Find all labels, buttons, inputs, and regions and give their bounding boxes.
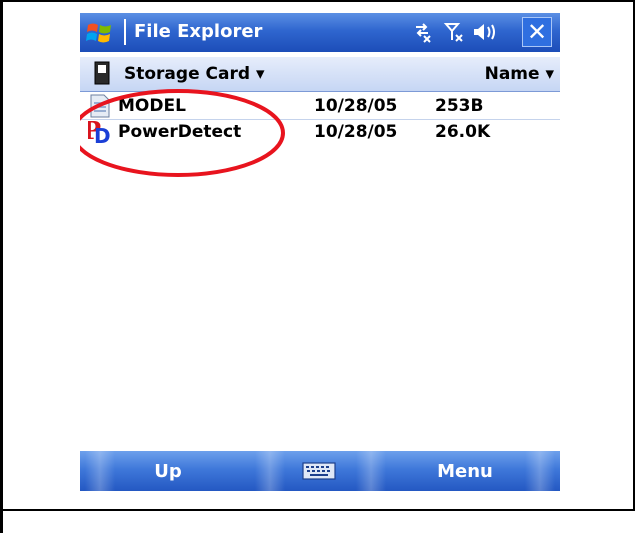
- title-separator: [124, 19, 126, 45]
- storage-card-icon: [94, 61, 110, 85]
- window-title: File Explorer: [134, 21, 263, 42]
- location-dropdown[interactable]: Storage Card ▾: [124, 64, 264, 84]
- file-size: 26.0K: [435, 122, 491, 142]
- frame-border-bottom: [0, 509, 635, 511]
- device-screen: File Explorer ✕ Storage Card ▾ Name ▾ MO…: [80, 13, 560, 491]
- frame-border-left: [0, 0, 3, 533]
- highlight-annotation: [80, 89, 285, 177]
- file-date: 10/28/05: [314, 122, 398, 142]
- softkey-divider: [356, 451, 386, 491]
- sort-dropdown[interactable]: Name ▾: [485, 64, 554, 84]
- menu-softkey[interactable]: Menu: [420, 461, 510, 482]
- file-size: 253B: [435, 96, 484, 116]
- volume-icon: [474, 24, 495, 40]
- file-date: 10/28/05: [314, 96, 398, 116]
- keyboard-icon[interactable]: [302, 461, 336, 481]
- windows-start-icon[interactable]: [85, 19, 115, 47]
- title-bar: File Explorer ✕: [80, 13, 560, 52]
- signal-off-icon: [443, 23, 463, 42]
- softkey-bar: Up Menu: [80, 451, 560, 491]
- status-icons[interactable]: [412, 19, 512, 45]
- softkey-divider: [85, 451, 115, 491]
- close-button[interactable]: ✕: [522, 17, 552, 47]
- up-softkey[interactable]: Up: [128, 461, 208, 482]
- frame-border-top: [0, 0, 635, 2]
- softkey-divider: [525, 451, 555, 491]
- softkey-divider: [255, 451, 285, 491]
- connectivity-icon: [416, 23, 431, 43]
